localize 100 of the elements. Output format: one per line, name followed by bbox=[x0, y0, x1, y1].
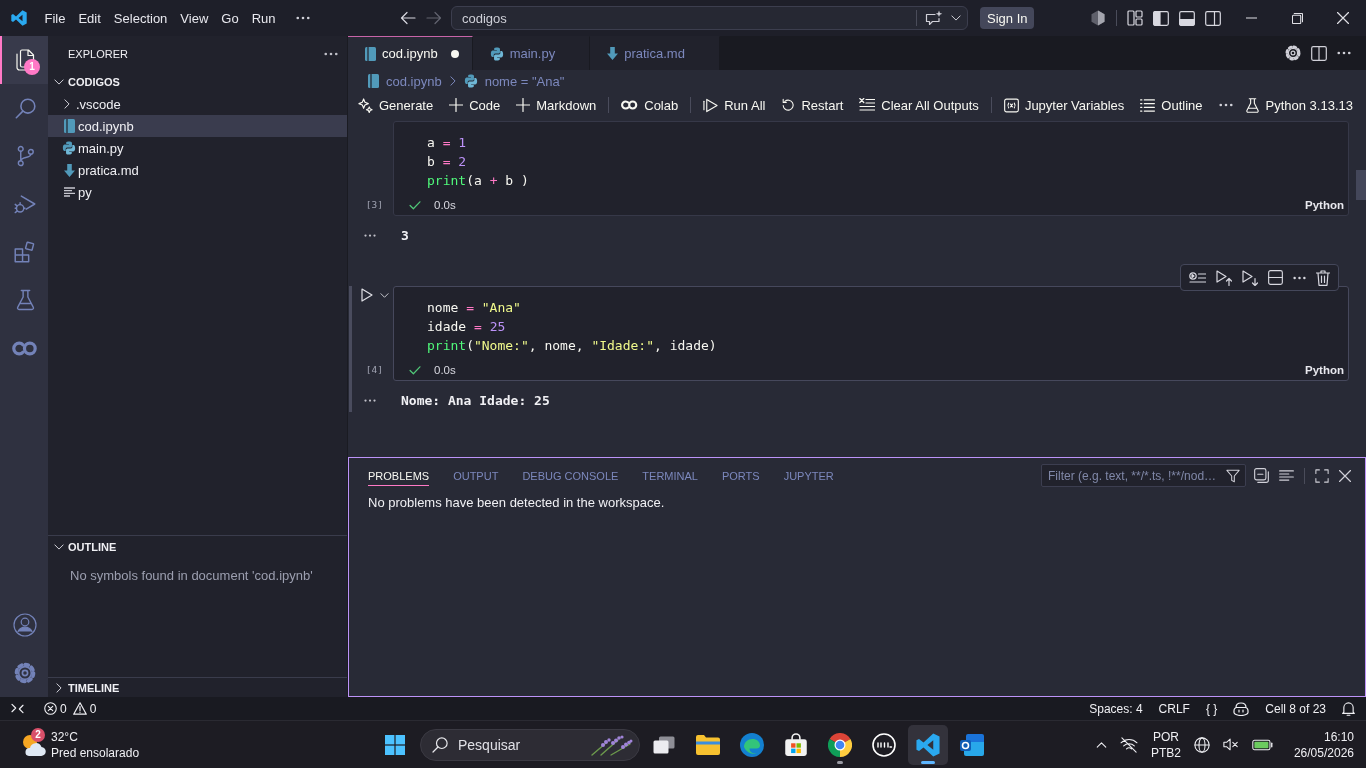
breadcrumb-item[interactable]: cod.ipynb bbox=[368, 73, 442, 89]
panel-tab[interactable]: PORTS bbox=[721, 465, 760, 486]
no-connection-icon[interactable] bbox=[1119, 736, 1138, 753]
globe-icon[interactable] bbox=[1193, 736, 1210, 753]
panel-tab[interactable]: PROBLEMS bbox=[368, 465, 430, 486]
temperature[interactable]: 32°C bbox=[51, 728, 78, 745]
kernel-picker[interactable]: Python 3.13.13 bbox=[1245, 97, 1353, 113]
panel-tab[interactable]: DEBUG CONSOLE bbox=[522, 465, 619, 486]
hexagon-icon[interactable] bbox=[1090, 10, 1106, 26]
more-icon[interactable] bbox=[364, 398, 376, 402]
breadcrumb-item[interactable]: nome = "Ana" bbox=[463, 73, 565, 89]
taskbar-app[interactable] bbox=[908, 724, 948, 765]
editor-tab[interactable]: main.py bbox=[472, 36, 591, 70]
panel-tab[interactable]: TERMINAL bbox=[642, 465, 698, 486]
panel-tab[interactable]: OUTPUT bbox=[453, 465, 499, 486]
warning-icon[interactable] bbox=[72, 702, 87, 715]
toolbar-button[interactable]: Clear All Outputs bbox=[851, 94, 987, 116]
section-header[interactable]: TIMELINE bbox=[48, 678, 347, 697]
input-language[interactable]: POR bbox=[1152, 728, 1179, 745]
filter-icon[interactable] bbox=[1226, 468, 1240, 483]
close-icon[interactable] bbox=[1339, 469, 1351, 482]
lines-icon[interactable] bbox=[1279, 470, 1294, 481]
keyboard-layout[interactable]: PTB2 bbox=[1150, 744, 1181, 761]
explorer-entry[interactable]: .vscode bbox=[48, 93, 347, 115]
toolbar-button[interactable]: Markdown bbox=[508, 94, 605, 116]
toolbar-button[interactable]: Code bbox=[441, 94, 509, 116]
weather-condition[interactable]: Pred ensolarado bbox=[51, 744, 140, 761]
split-editor-icon[interactable] bbox=[1311, 45, 1327, 61]
menu-item[interactable]: Edit bbox=[71, 7, 108, 29]
restore-icon[interactable] bbox=[1291, 12, 1303, 24]
menu-item[interactable]: Selection bbox=[107, 7, 174, 29]
unsaved-dot-icon[interactable] bbox=[450, 49, 459, 58]
menu-item[interactable]: View bbox=[173, 7, 215, 29]
account-icon[interactable] bbox=[13, 613, 37, 637]
filter-field[interactable]: Filter (e.g. text, **/*.ts, !**/nod… bbox=[1041, 464, 1246, 487]
back-arrow-icon[interactable] bbox=[400, 11, 416, 25]
explorer-entry[interactable]: pratica.md bbox=[48, 159, 347, 181]
chat-sparkle-icon[interactable] bbox=[925, 10, 943, 26]
run-above-icon[interactable] bbox=[1216, 269, 1232, 286]
search-field[interactable]: Pesquisar bbox=[420, 728, 640, 761]
toolbar-button[interactable]: Restart bbox=[773, 94, 852, 116]
right-sidebar-icon[interactable] bbox=[1205, 10, 1221, 26]
close-icon[interactable] bbox=[1337, 12, 1349, 24]
cell-language[interactable]: Python bbox=[1305, 199, 1344, 211]
more-icon[interactable] bbox=[296, 16, 310, 20]
chevron-up-icon[interactable] bbox=[1095, 741, 1107, 748]
folder-header[interactable]: CODIGOS bbox=[48, 71, 347, 93]
toolbar-button[interactable]: Jupyter Variables bbox=[995, 94, 1133, 116]
more-icon[interactable] bbox=[324, 51, 338, 56]
explorer-entry[interactable]: py bbox=[48, 181, 347, 203]
section-header[interactable]: OUTLINE bbox=[48, 536, 347, 558]
more-icon[interactable] bbox=[1218, 103, 1233, 107]
indentation-status[interactable]: Spaces: 4 bbox=[1089, 701, 1143, 716]
muted-speaker-icon[interactable] bbox=[1222, 738, 1239, 751]
line-ending-status[interactable]: CRLF bbox=[1158, 701, 1190, 716]
cell-position[interactable]: Cell 8 of 23 bbox=[1265, 701, 1326, 716]
bottom-panel-icon[interactable] bbox=[1179, 10, 1195, 26]
code-cell[interactable]: a = 1 b = 2 print(a + b ) 0.0s Python bbox=[393, 121, 1349, 216]
error-count[interactable]: 0 bbox=[60, 701, 67, 716]
menu-item[interactable]: File bbox=[38, 7, 72, 29]
trash-icon[interactable] bbox=[1316, 269, 1330, 286]
code-cell[interactable]: nome = "Ana" idade = 25 print("Nome:", nome, "Idade:", idade) 0.0s Python bbox=[393, 286, 1349, 381]
panel-tab[interactable]: JUPYTER bbox=[783, 465, 834, 486]
split-cell-icon[interactable] bbox=[1268, 270, 1283, 285]
toolbar-button[interactable]: Run All bbox=[695, 94, 774, 116]
explorer-entry[interactable]: cod.ipynb bbox=[48, 115, 347, 137]
menu-item[interactable]: Go bbox=[214, 7, 246, 29]
scrollbar-thumb[interactable] bbox=[1356, 170, 1366, 200]
more-icon[interactable] bbox=[1293, 275, 1306, 280]
run-by-line-icon[interactable] bbox=[1189, 270, 1206, 285]
run-below-icon[interactable] bbox=[1242, 269, 1258, 286]
layout-icon[interactable] bbox=[1127, 10, 1143, 26]
collapse-all-icon[interactable] bbox=[1254, 468, 1269, 483]
robot-head-icon[interactable] bbox=[1233, 701, 1250, 716]
sign-in-button[interactable]: Sign In bbox=[980, 7, 1035, 29]
menu-item[interactable]: Run bbox=[245, 7, 282, 29]
search-input[interactable]: Pesquisar bbox=[458, 736, 579, 753]
remote-icon[interactable] bbox=[11, 703, 24, 714]
error-icon[interactable] bbox=[44, 702, 57, 715]
toolbar-button[interactable]: Outline bbox=[1132, 94, 1211, 116]
left-sidebar-icon[interactable] bbox=[1153, 10, 1169, 26]
more-icon[interactable] bbox=[1337, 51, 1351, 55]
start-icon[interactable] bbox=[385, 734, 405, 755]
run-cell-icon[interactable] bbox=[361, 288, 373, 302]
chevron-down-icon[interactable] bbox=[380, 292, 389, 298]
battery-icon[interactable] bbox=[1251, 738, 1273, 751]
toolbar-button[interactable]: Colab bbox=[613, 94, 687, 116]
command-center[interactable]: codigos bbox=[451, 6, 968, 30]
minimize-icon[interactable] bbox=[1245, 17, 1257, 19]
editor-tab[interactable]: pratica.md bbox=[590, 36, 720, 70]
clock-time[interactable]: 16:10 bbox=[1323, 728, 1354, 745]
warning-count[interactable]: 0 bbox=[89, 701, 97, 716]
toolbar-button[interactable]: Generate bbox=[350, 94, 442, 116]
explorer-entry[interactable]: main.py bbox=[48, 137, 347, 159]
chevron-down-icon[interactable] bbox=[951, 15, 961, 21]
bell-icon[interactable] bbox=[1342, 701, 1355, 716]
language-status[interactable]: { } bbox=[1205, 701, 1218, 716]
maximize-icon[interactable] bbox=[1315, 468, 1329, 483]
cell-language[interactable]: Python bbox=[1305, 364, 1344, 376]
clock-date[interactable]: 26/05/2026 bbox=[1293, 744, 1354, 761]
